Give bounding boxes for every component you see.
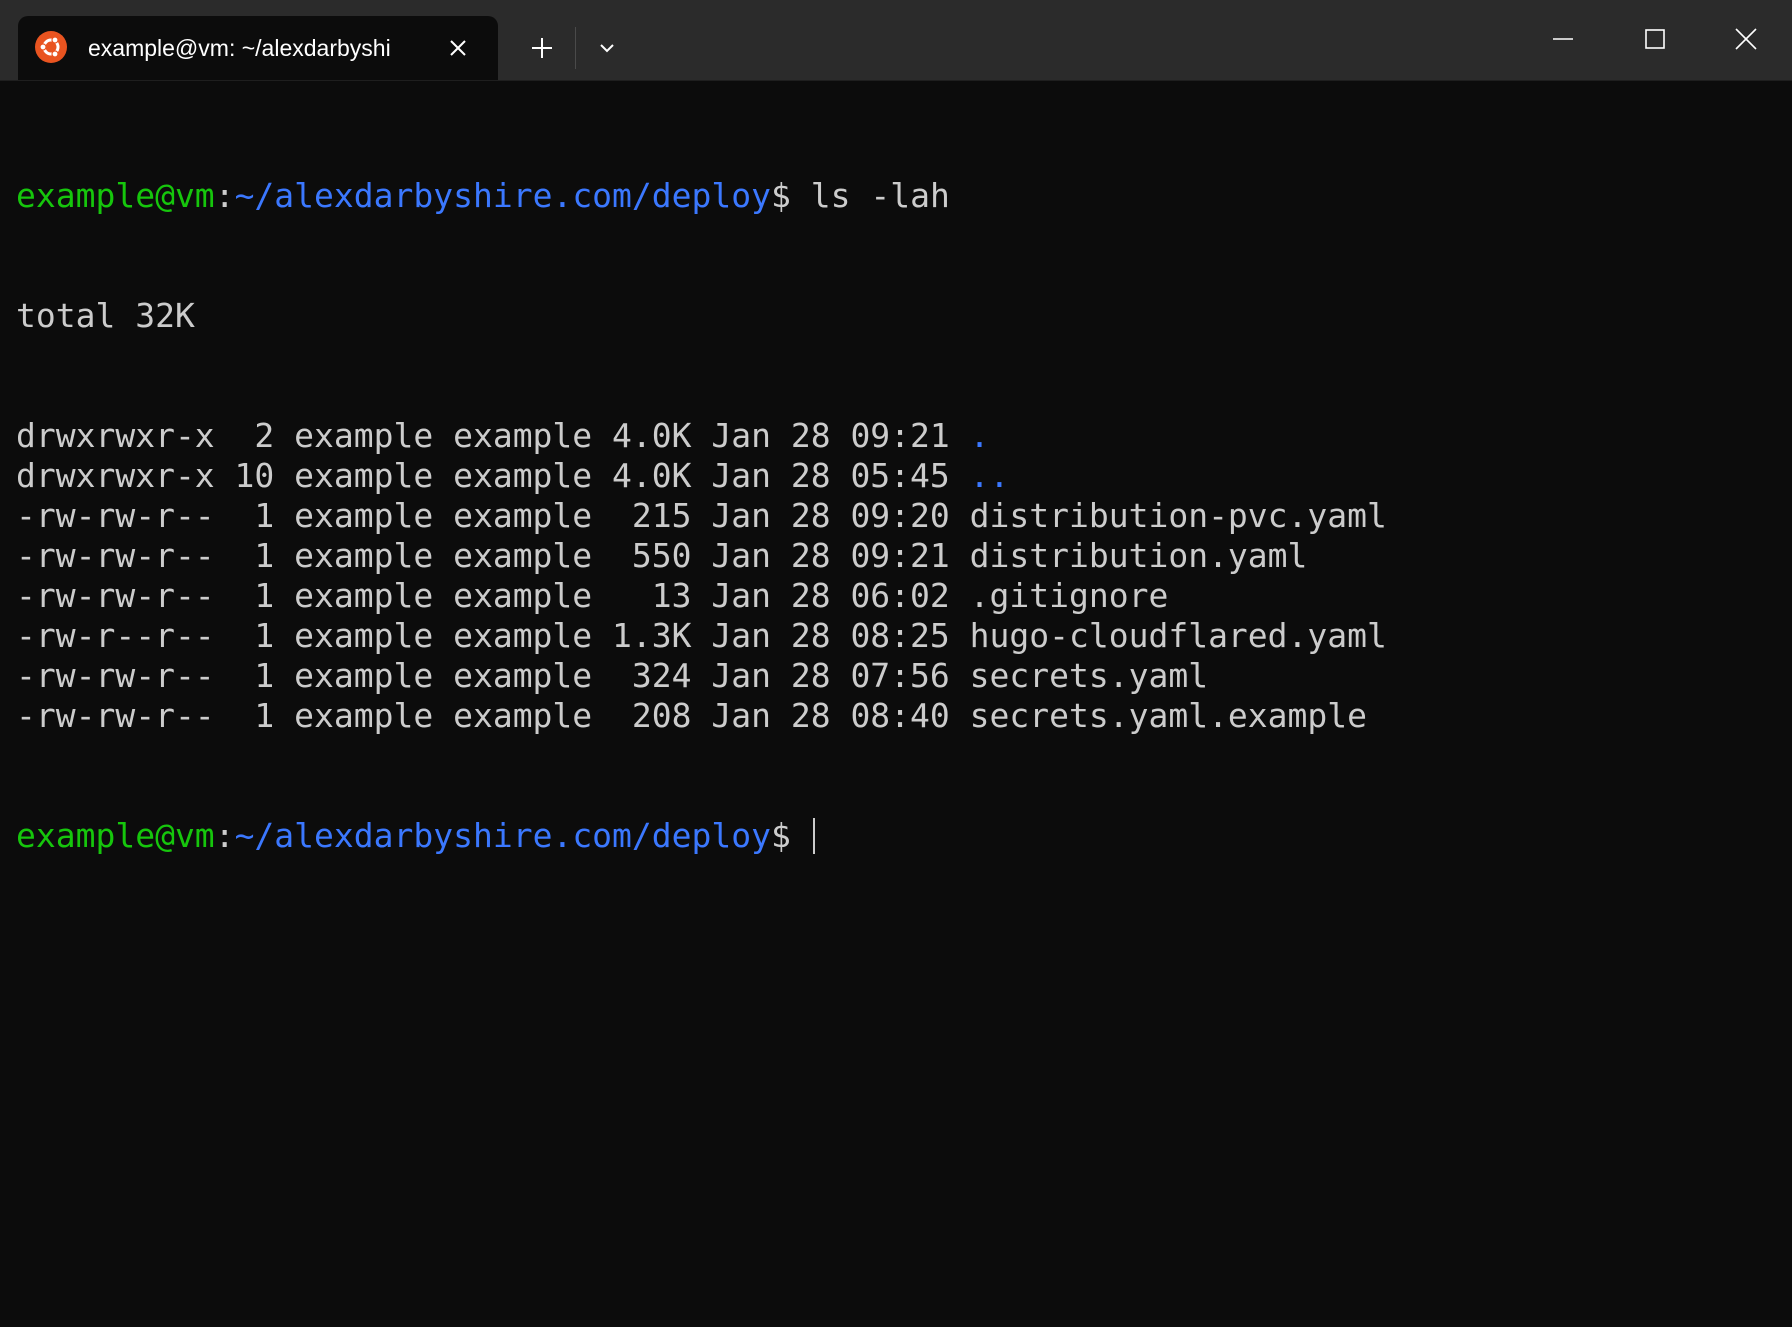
- terminal-window: example@vm: ~/alexdarbyshi example@vm:~/…: [0, 0, 1792, 1327]
- plus-icon[interactable]: [520, 26, 564, 70]
- close-tab-icon[interactable]: [442, 32, 474, 64]
- listing-row: -rw-rw-r-- 1 example example 13 Jan 28 0…: [16, 576, 1776, 616]
- file-name: distribution-pvc.yaml: [969, 496, 1387, 535]
- listing-row: drwxrwxr-x 10 example example 4.0K Jan 2…: [16, 456, 1776, 496]
- prompt-line[interactable]: example@vm:~/alexdarbyshire.com/deploy$: [16, 816, 1776, 856]
- prompt-user-host: example@vm: [16, 816, 215, 855]
- prompt-path: ~/alexdarbyshire.com/deploy: [234, 816, 771, 855]
- directory-name: ..: [969, 456, 1010, 495]
- maximize-icon[interactable]: [1609, 0, 1701, 78]
- prompt-path: ~/alexdarbyshire.com/deploy: [234, 176, 771, 215]
- terminal-output[interactable]: example@vm:~/alexdarbyshire.com/deploy$ …: [16, 96, 1776, 1316]
- listing-row: -rw-rw-r-- 1 example example 215 Jan 28 …: [16, 496, 1776, 536]
- command-text: ls -lah: [790, 176, 950, 215]
- prompt-user-host: example@vm: [16, 176, 215, 215]
- entry-meta: drwxrwxr-x 2 example example 4.0K Jan 28…: [16, 416, 970, 455]
- entry-meta: -rw-rw-r-- 1 example example 550 Jan 28 …: [16, 536, 970, 575]
- listing-row: -rw-rw-r-- 1 example example 324 Jan 28 …: [16, 656, 1776, 696]
- directory-name: .: [969, 416, 990, 455]
- listing: drwxrwxr-x 2 example example 4.0K Jan 28…: [16, 416, 1776, 736]
- listing-row: -rw-rw-r-- 1 example example 208 Jan 28 …: [16, 696, 1776, 736]
- ubuntu-icon: [35, 31, 67, 63]
- prompt-colon: :: [214, 816, 235, 855]
- listing-row: drwxrwxr-x 2 example example 4.0K Jan 28…: [16, 416, 1776, 456]
- listing-row: -rw-rw-r-- 1 example example 550 Jan 28 …: [16, 536, 1776, 576]
- total-line: total 32K: [16, 296, 195, 335]
- chevron-down-icon[interactable]: [585, 26, 629, 70]
- tab-title: example@vm: ~/alexdarbyshi: [88, 35, 391, 61]
- file-name: secrets.yaml: [969, 656, 1209, 695]
- file-name: secrets.yaml.example: [969, 696, 1368, 735]
- command-line: example@vm:~/alexdarbyshire.com/deploy$ …: [16, 176, 1776, 216]
- entry-meta: -rw-rw-r-- 1 example example 208 Jan 28 …: [16, 696, 970, 735]
- minimize-icon[interactable]: [1517, 0, 1609, 78]
- tab-terminal[interactable]: example@vm: ~/alexdarbyshi: [18, 16, 498, 80]
- entry-meta: drwxrwxr-x 10 example example 4.0K Jan 2…: [16, 456, 970, 495]
- file-name: .gitignore: [969, 576, 1169, 615]
- close-icon[interactable]: [1700, 0, 1792, 78]
- title-bar[interactable]: example@vm: ~/alexdarbyshi: [0, 0, 1792, 81]
- entry-meta: -rw-rw-r-- 1 example example 324 Jan 28 …: [16, 656, 970, 695]
- entry-meta: -rw-rw-r-- 1 example example 13 Jan 28 0…: [16, 576, 970, 615]
- tab-divider: [575, 27, 576, 69]
- listing-row: -rw-r--r-- 1 example example 1.3K Jan 28…: [16, 616, 1776, 656]
- entry-meta: -rw-rw-r-- 1 example example 215 Jan 28 …: [16, 496, 970, 535]
- prompt-dollar: $: [771, 176, 791, 215]
- entry-meta: -rw-r--r-- 1 example example 1.3K Jan 28…: [16, 616, 970, 655]
- prompt-dollar: $: [771, 816, 791, 855]
- prompt-colon: :: [214, 176, 235, 215]
- file-name: hugo-cloudflared.yaml: [969, 616, 1387, 655]
- file-name: distribution.yaml: [969, 536, 1308, 575]
- text-cursor: [812, 818, 815, 854]
